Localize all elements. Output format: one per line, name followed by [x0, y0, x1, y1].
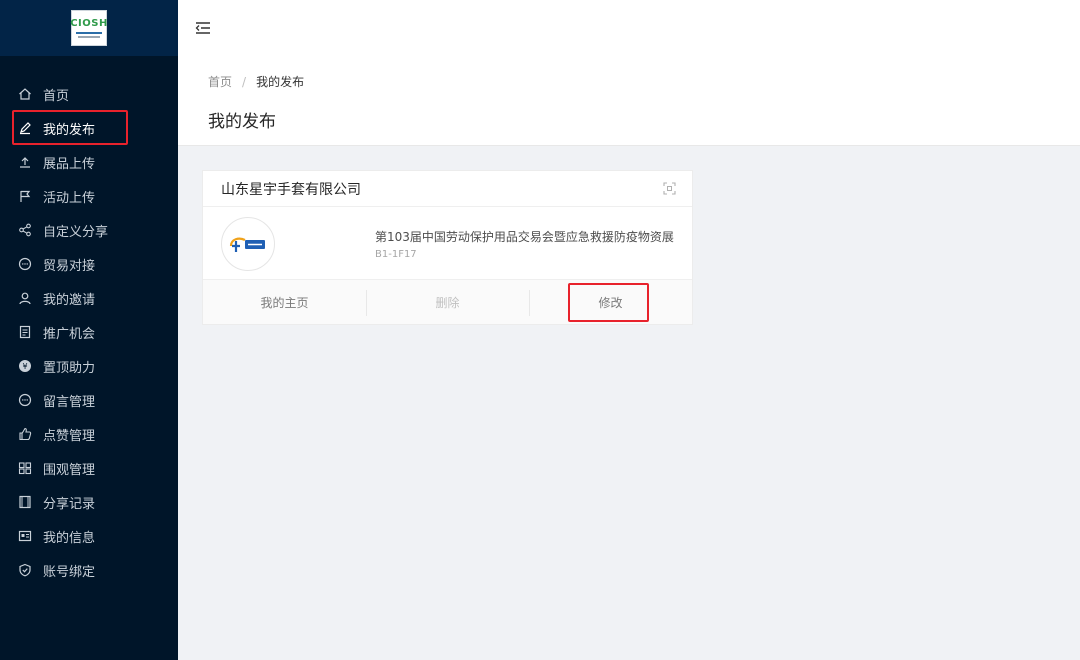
sidebar-item-like-management[interactable]: 点赞管理	[0, 417, 178, 451]
like-icon	[18, 427, 32, 441]
page-header: 首页 / 我的发布 我的发布	[178, 56, 1080, 146]
sidebar-item-label: 贸易对接	[43, 258, 96, 274]
sidebar-item-promotion[interactable]: 推广机会	[0, 315, 178, 349]
card-header: 山东星宇手套有限公司	[203, 171, 692, 207]
card-actions: 我的主页 删除 修改	[203, 279, 692, 324]
sidebar-item-exhibit-upload[interactable]: 展品上传	[0, 145, 178, 179]
sidebar-item-my-posts[interactable]: 我的发布	[0, 111, 178, 145]
document-icon	[18, 325, 32, 339]
company-logo	[221, 217, 275, 271]
share-icon	[18, 223, 32, 237]
booth-number: B1-1F17	[375, 249, 417, 260]
delete-button[interactable]: 删除	[366, 280, 529, 324]
sidebar-item-label: 推广机会	[43, 326, 96, 342]
sidebar-item-label: 留言管理	[43, 394, 96, 410]
sidebar-item-pin-boost[interactable]: ¥ 置顶助力	[0, 349, 178, 383]
breadcrumb-separator: /	[242, 74, 247, 89]
sidebar-item-custom-share[interactable]: 自定义分享	[0, 213, 178, 247]
sidebar-item-onlooker-management[interactable]: 围观管理	[0, 451, 178, 485]
comment-icon	[18, 393, 32, 407]
message-icon	[18, 257, 32, 271]
sidebar: CIOSH 首页 我的发布 展品上传 活动上传 自定义分享 贸易对接 我的邀请 …	[0, 0, 178, 660]
film-icon	[18, 495, 32, 509]
exhibition-title: 第103届中国劳动保护用品交易会暨应急救援防疫物资展	[375, 230, 674, 244]
sidebar-item-label: 围观管理	[43, 462, 96, 478]
edit-button[interactable]: 修改	[529, 280, 692, 324]
logo-stripe	[76, 32, 102, 34]
breadcrumb: 首页 / 我的发布	[208, 73, 304, 90]
edit-icon	[18, 121, 32, 135]
profile-card-icon	[18, 529, 32, 543]
sidebar-item-account-binding[interactable]: 账号绑定	[0, 553, 178, 587]
coin-icon: ¥	[18, 359, 32, 373]
sidebar-menu: 首页 我的发布 展品上传 活动上传 自定义分享 贸易对接 我的邀请 推广机会 ¥…	[0, 77, 178, 587]
user-icon	[18, 291, 32, 305]
sidebar-item-label: 我的发布	[43, 122, 96, 138]
sidebar-item-label: 点赞管理	[43, 428, 96, 444]
home-icon	[18, 87, 32, 101]
breadcrumb-current: 我的发布	[256, 75, 305, 89]
page-title: 我的发布	[208, 112, 276, 132]
sidebar-item-label: 自定义分享	[43, 224, 109, 240]
logo-area: CIOSH	[0, 0, 178, 56]
sidebar-item-label: 活动上传	[43, 190, 96, 206]
my-homepage-button[interactable]: 我的主页	[203, 280, 366, 324]
sidebar-item-label: 账号绑定	[43, 564, 96, 580]
sidebar-item-label: 分享记录	[43, 496, 96, 512]
publication-card: 山东星宇手套有限公司 第103届中国劳动保护用品交易会暨应急救援防疫物资展 B1…	[202, 170, 693, 325]
sidebar-item-trade-matching[interactable]: 贸易对接	[0, 247, 178, 281]
sidebar-item-label: 展品上传	[43, 156, 96, 172]
logo-text: CIOSH	[70, 18, 108, 29]
breadcrumb-home-link[interactable]: 首页	[208, 73, 232, 90]
sidebar-item-label: 我的信息	[43, 530, 96, 546]
sidebar-item-activity-upload[interactable]: 活动上传	[0, 179, 178, 213]
sidebar-item-label: 首页	[43, 88, 70, 104]
sidebar-item-label: 我的邀请	[43, 292, 96, 308]
app-logo[interactable]: CIOSH	[70, 10, 108, 46]
sidebar-item-my-invitations[interactable]: 我的邀请	[0, 281, 178, 315]
svg-text:¥: ¥	[22, 362, 27, 371]
sidebar-item-share-records[interactable]: 分享记录	[0, 485, 178, 519]
sidebar-item-my-info[interactable]: 我的信息	[0, 519, 178, 553]
flag-icon	[18, 189, 32, 203]
sidebar-item-home[interactable]: 首页	[0, 77, 178, 111]
company-name: 山东星宇手套有限公司	[221, 181, 361, 198]
menu-fold-icon[interactable]	[194, 19, 212, 37]
grid-icon	[18, 461, 32, 475]
card-body: 第103届中国劳动保护用品交易会暨应急救援防疫物资展 B1-1F17	[203, 207, 692, 280]
upload-icon	[18, 155, 32, 169]
sidebar-item-message-management[interactable]: 留言管理	[0, 383, 178, 417]
top-header	[178, 0, 1080, 56]
shield-check-icon	[18, 563, 32, 577]
logo-stripe-secondary	[78, 36, 100, 38]
scan-icon[interactable]	[662, 182, 676, 196]
sidebar-item-label: 置顶助力	[43, 360, 96, 376]
